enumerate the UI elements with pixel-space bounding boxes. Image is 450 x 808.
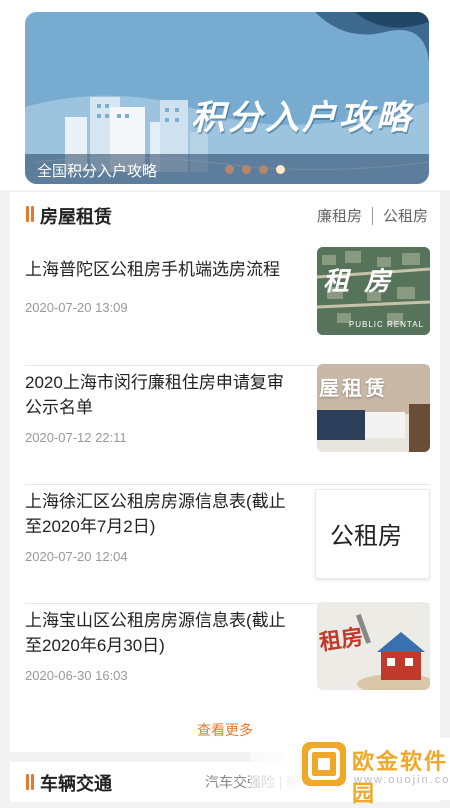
section-title: 房屋租赁 <box>40 207 112 227</box>
section-accent-bar <box>31 206 34 222</box>
thumb-label: 屋租赁 <box>319 378 388 400</box>
item-title[interactable]: 上海宝山区公租房房源信息表(截止至2020年6月30日) <box>25 608 295 658</box>
item-date: 2020-07-20 13:09 <box>25 300 128 315</box>
thumb-label: 公租房 <box>330 523 402 550</box>
section-tabs: 廉租房 公租房 <box>317 205 428 226</box>
section-title: 车辆交通 <box>40 774 112 794</box>
list-item[interactable]: 上海普陀区公租房手机端选房流程 2020-07-20 13:09 租 房 PUB… <box>25 247 430 366</box>
watermark: 欧金软件园 www.ouojin.com <box>250 738 450 806</box>
section-accent-bar <box>26 774 29 790</box>
watermark-logo-icon <box>302 742 346 786</box>
section-header: 房屋租赁 廉租房 公租房 <box>10 192 440 238</box>
section-accent-bar <box>26 206 29 222</box>
item-date: 2020-07-12 22:11 <box>25 430 127 445</box>
list-item[interactable]: 上海宝山区公租房房源信息表(截止至2020年6月30日) 2020-06-30 … <box>25 602 430 722</box>
banner-carousel[interactable]: 积分入户攻略 全国积分入户攻略 <box>25 12 429 184</box>
item-thumbnail[interactable]: 租 房 PUBLIC RENTAL <box>317 247 430 335</box>
item-title[interactable]: 2020上海市闵行廉租住房申请复审公示名单 <box>25 370 295 420</box>
carousel-dot[interactable] <box>242 165 251 174</box>
section-accent-bar <box>31 774 34 790</box>
item-thumbnail[interactable]: 公租房 <box>315 489 430 579</box>
thumb-label: 租房 <box>317 624 365 655</box>
rental-section: 房屋租赁 廉租房 公租房 上海普陀区公租房手机端选房流程 2020-07-20 … <box>10 192 440 752</box>
banner-title: 积分入户攻略 <box>191 99 413 137</box>
carousel-dot[interactable] <box>259 165 268 174</box>
divider <box>371 206 373 225</box>
banner-caption: 全国积分入户攻略 <box>37 163 158 180</box>
item-title[interactable]: 上海徐汇区公租房房源信息表(截止至2020年7月2日) <box>25 489 295 539</box>
banner-area: 积分入户攻略 全国积分入户攻略 <box>0 0 450 190</box>
link-gongzufang[interactable]: 公租房 <box>383 205 428 226</box>
logo-glyph <box>308 748 340 780</box>
view-more-link[interactable]: 查看更多 <box>10 720 440 740</box>
thumb-sublabel: PUBLIC RENTAL <box>348 320 424 329</box>
link-lianzufang[interactable]: 廉租房 <box>317 205 362 226</box>
item-thumbnail[interactable]: 屋租赁 <box>317 364 430 452</box>
watermark-url: www.ouojin.com <box>354 774 450 786</box>
item-title[interactable]: 上海普陀区公租房手机端选房流程 <box>25 257 295 282</box>
carousel-dot[interactable] <box>225 165 234 174</box>
list-item[interactable]: 上海徐汇区公租房房源信息表(截止至2020年7月2日) 2020-07-20 1… <box>25 485 430 604</box>
thumb-label: 租 房 <box>323 266 395 296</box>
list-item[interactable]: 2020上海市闵行廉租住房申请复审公示名单 2020-07-12 22:11 屋… <box>25 364 430 485</box>
carousel-dot-active[interactable] <box>276 165 285 174</box>
carousel-dots <box>225 165 285 174</box>
item-date: 2020-07-20 12:04 <box>25 549 128 564</box>
item-date: 2020-06-30 16:03 <box>25 668 128 683</box>
item-thumbnail[interactable]: 租房 <box>317 602 430 690</box>
